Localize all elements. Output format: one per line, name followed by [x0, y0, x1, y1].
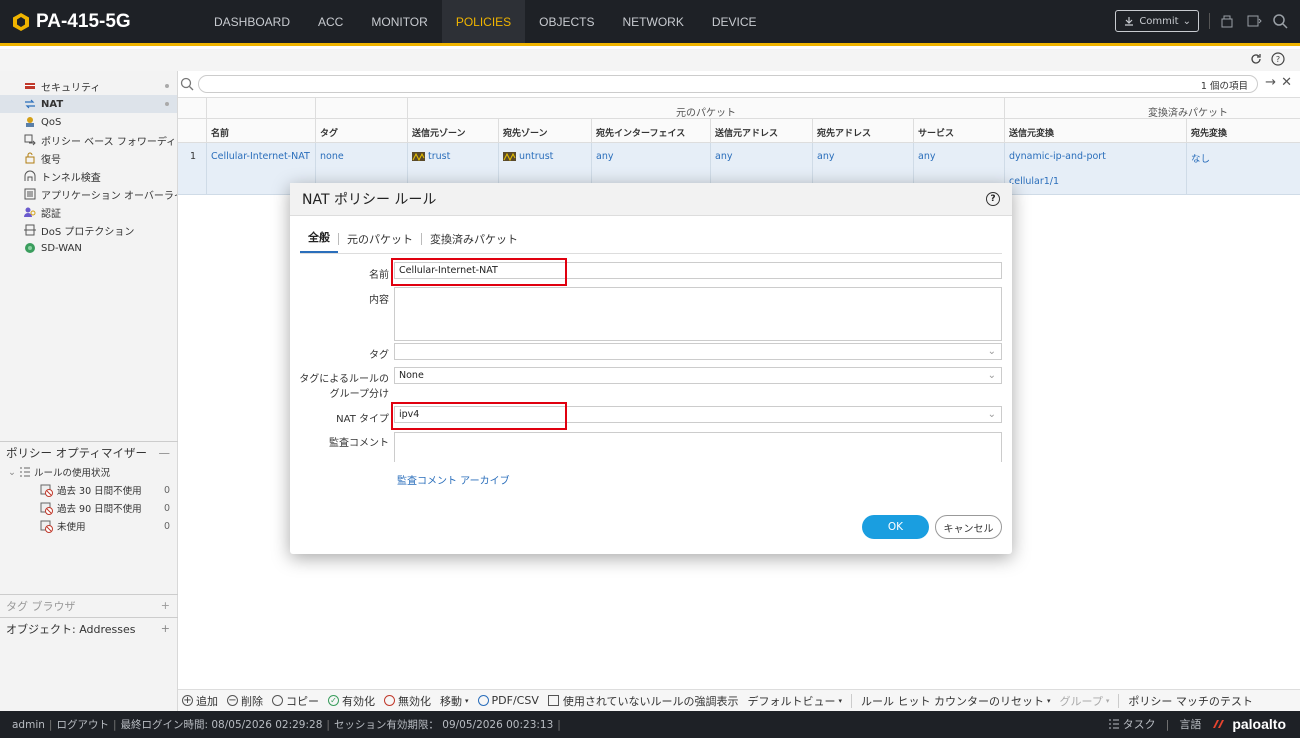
highlight-box-nat-type [391, 402, 567, 430]
dialog-title-bar: NAT ポリシー ルール ? [290, 183, 1012, 216]
help-icon[interactable]: ? [986, 192, 1000, 206]
chevron-down-icon: ⌄ [987, 409, 996, 420]
group-by-tag-select[interactable]: None ⌄ [394, 367, 1002, 384]
ok-button[interactable]: OK [862, 515, 929, 539]
audit-comment-field[interactable] [394, 432, 1002, 462]
tag-label: タグ [369, 350, 389, 361]
cancel-button[interactable]: キャンセル [935, 515, 1002, 539]
highlight-box-name [391, 258, 567, 286]
chevron-down-icon: ⌄ [987, 370, 996, 381]
tab-original-packet[interactable]: 元のパケット [339, 231, 421, 253]
description-label: 内容 [369, 295, 389, 306]
audit-comment-label: 監査コメント [329, 438, 389, 449]
description-field[interactable] [394, 287, 1002, 341]
dialog-tabs: 全般 元のパケット 変換済みパケット [300, 231, 1002, 254]
chevron-down-icon: ⌄ [987, 346, 996, 357]
tab-general[interactable]: 全般 [300, 229, 338, 253]
tag-select[interactable]: ⌄ [394, 343, 1002, 360]
group-by-tag-label-1: タグによるルールの [299, 374, 389, 385]
nat-type-label: NAT タイプ [336, 414, 389, 425]
dialog-title: NAT ポリシー ルール [302, 192, 437, 208]
group-by-tag-label-2: グループ分け [329, 389, 389, 400]
nat-policy-rule-dialog: NAT ポリシー ルール ? 全般 元のパケット 変換済みパケット 名前 Cel… [290, 183, 1012, 554]
name-label: 名前 [369, 270, 389, 281]
tab-translated-packet[interactable]: 変換済みパケット [422, 231, 526, 253]
audit-comment-archive-link[interactable]: 監査コメント アーカイブ [397, 472, 510, 487]
modal-overlay: NAT ポリシー ルール ? 全般 元のパケット 変換済みパケット 名前 Cel… [0, 0, 1300, 738]
